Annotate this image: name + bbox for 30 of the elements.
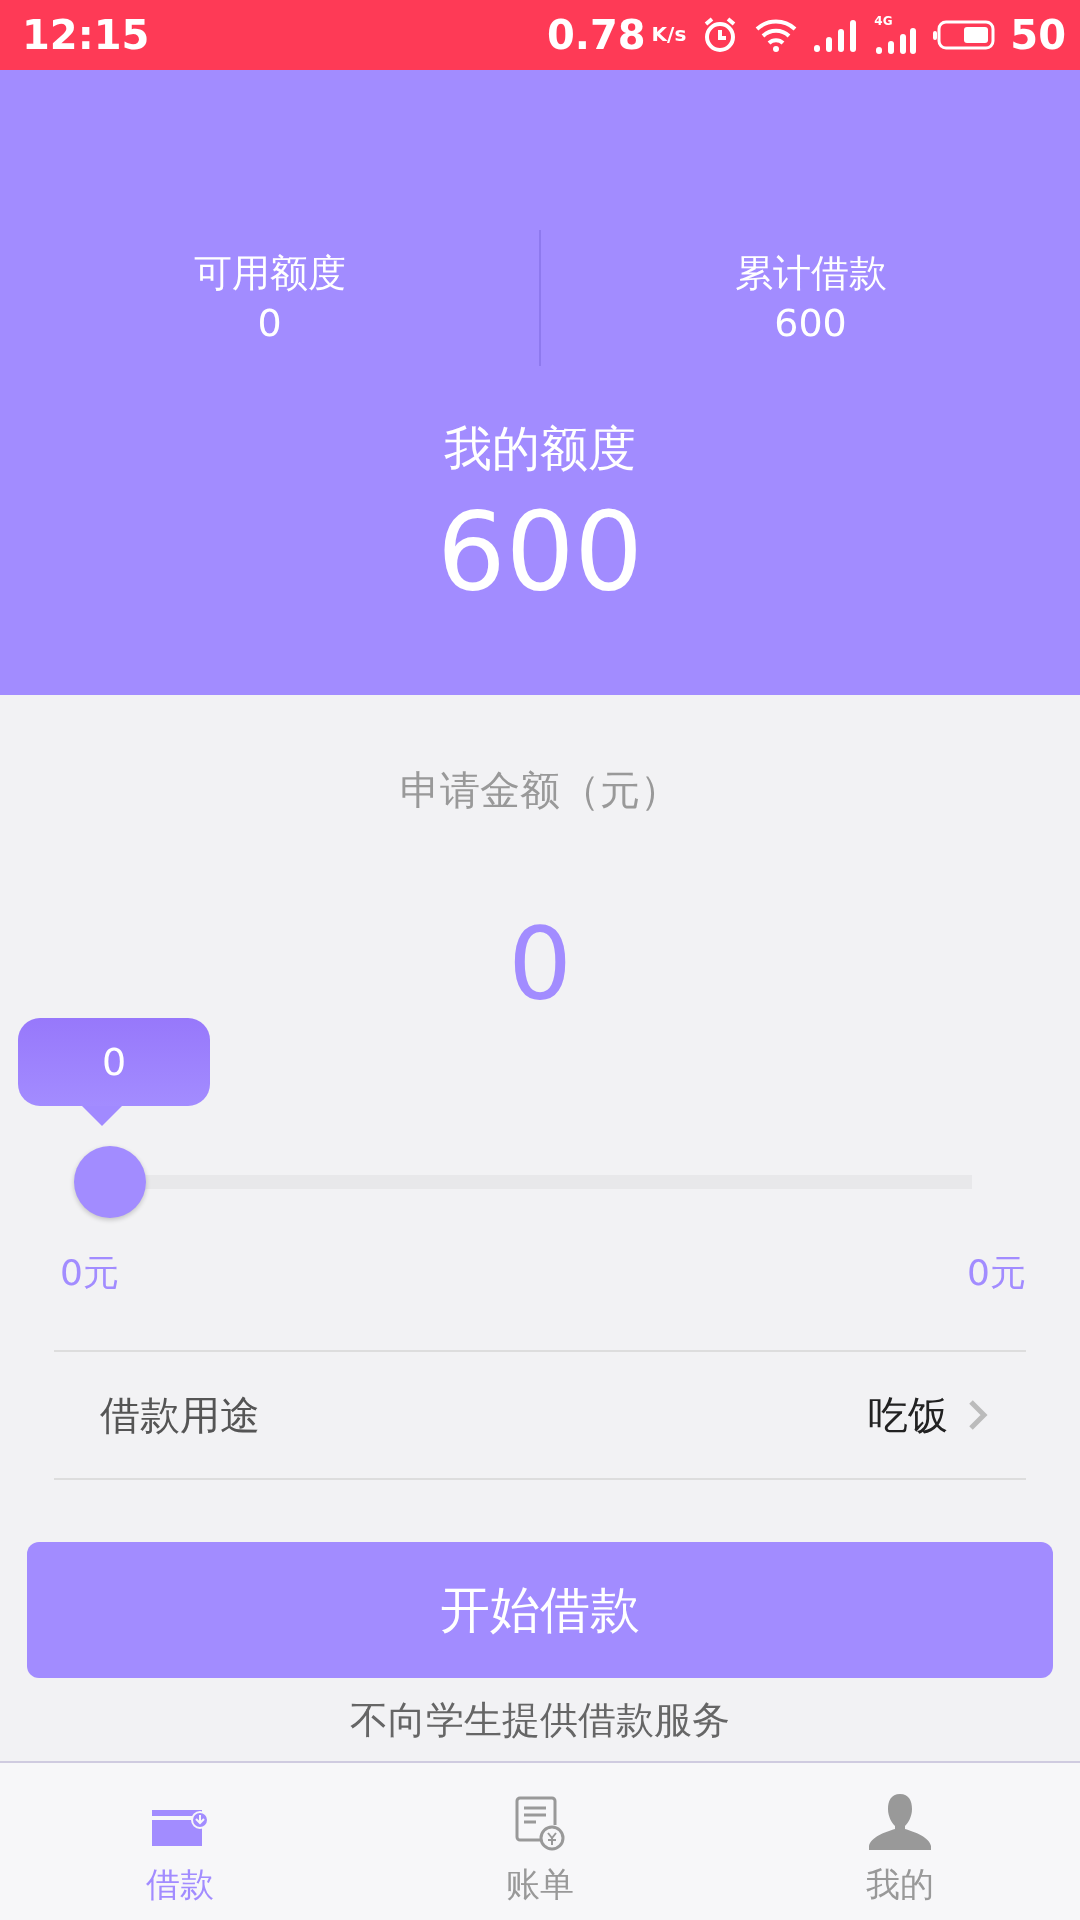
- stat-label: 可用额度: [193, 250, 346, 296]
- tab[interactable]: 我的: [720, 1763, 1080, 1920]
- notice-text: 不向学生提供借款服务: [350, 1698, 730, 1742]
- tab[interactable]: 借款: [0, 1763, 360, 1920]
- stat-value: 600: [774, 300, 847, 346]
- slider-thumb[interactable]: [74, 1146, 146, 1218]
- quota-value: 600: [436, 492, 644, 612]
- amount-value: 0: [508, 905, 572, 1025]
- network-type: 4G: [874, 15, 893, 27]
- wifi-icon: [754, 17, 799, 53]
- network-speed: 0.78: [546, 12, 646, 58]
- speed-unit: K/s: [651, 22, 687, 46]
- bill-icon: [514, 1796, 566, 1852]
- signal-icon: [874, 27, 919, 55]
- submit-button[interactable]: 开始借款: [27, 1542, 1053, 1678]
- slider-min-label: 0元: [59, 1251, 119, 1295]
- person-icon: [867, 1792, 933, 1852]
- battery-icon: [932, 19, 997, 51]
- status-time: 12:15: [22, 12, 150, 58]
- quota-label: 我的额度: [444, 419, 636, 478]
- battery-level: 50: [1010, 12, 1066, 58]
- value-tooltip: 0: [18, 1018, 210, 1126]
- purpose-row[interactable]: 借款用途 吃饭: [54, 1350, 1026, 1480]
- tab[interactable]: 账单: [360, 1763, 720, 1920]
- stat-label: 累计借款: [734, 250, 887, 296]
- purpose-label: 借款用途: [100, 1390, 261, 1440]
- stat-value: 0: [257, 300, 282, 346]
- purpose-value: 吃饭: [868, 1390, 948, 1440]
- amount-label: 申请金额（元）: [400, 766, 680, 815]
- slider-max-label: 0元: [966, 1251, 1026, 1295]
